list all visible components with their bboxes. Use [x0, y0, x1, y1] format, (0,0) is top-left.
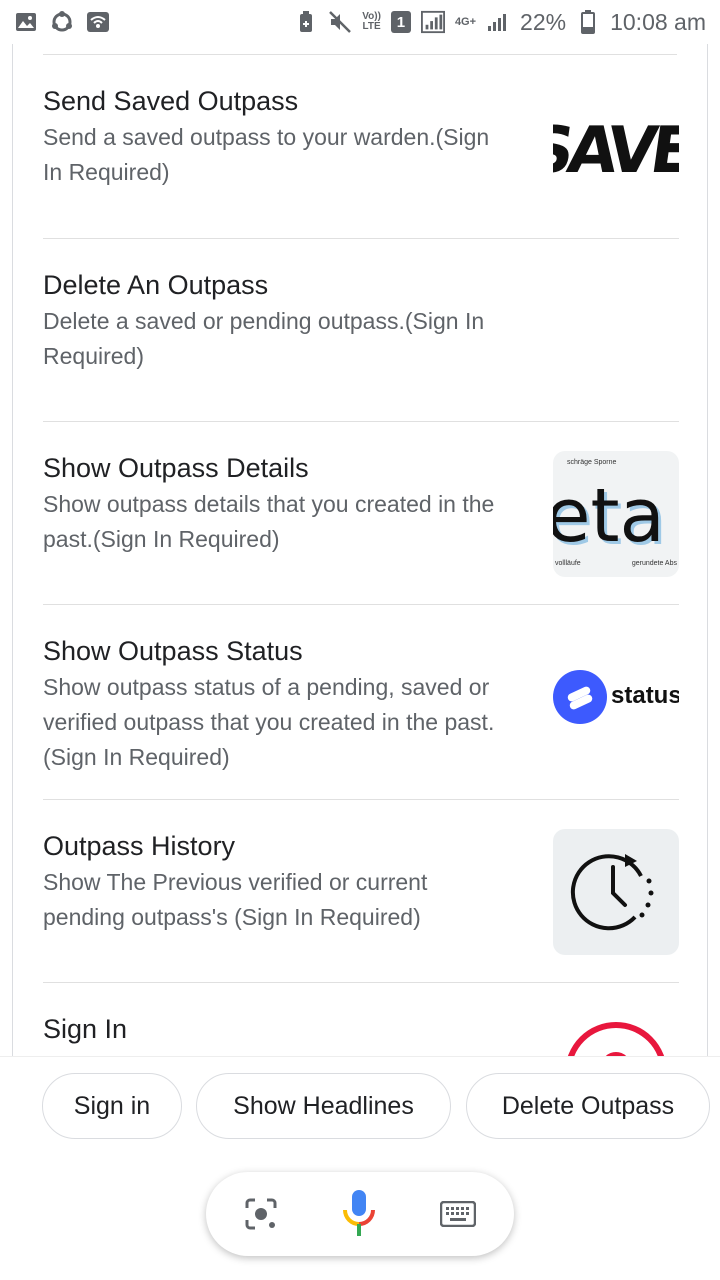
chip-show-headlines[interactable]: Show Headlines	[196, 1073, 451, 1139]
sync-icon	[50, 10, 74, 34]
list-item-delete-outpass[interactable]: Delete An Outpass Delete a saved or pend…	[43, 268, 679, 418]
status-logo-icon	[553, 670, 607, 724]
list-item-show-outpass-status[interactable]: Show Outpass Status Show outpass status …	[43, 634, 679, 814]
chip-sign-in[interactable]: Sign in	[42, 1073, 182, 1139]
status-thumbnail-text: status	[611, 682, 679, 709]
keyboard-icon[interactable]	[440, 1201, 476, 1227]
sim-badge: 1	[390, 11, 411, 33]
details-thumbnail: schräge Sporne eta vollläufe gerundete A…	[553, 451, 679, 577]
thumbnail-caption: vollläufe	[555, 560, 581, 567]
divider	[43, 238, 679, 239]
signal-icon	[420, 10, 445, 34]
actions-card: Send Saved Outpass Send a saved outpass …	[12, 44, 708, 1056]
mic-icon[interactable]	[341, 1188, 377, 1240]
lens-icon[interactable]	[244, 1197, 278, 1231]
item-description: Send a saved outpass to your warden.(Sig…	[43, 124, 490, 185]
divider	[43, 604, 679, 605]
battery-percent: 22%	[520, 8, 567, 35]
divider	[43, 54, 677, 55]
list-item-send-saved-outpass[interactable]: Send Saved Outpass Send a saved outpass …	[43, 84, 679, 234]
details-thumbnail-text: eta	[553, 473, 665, 559]
gallery-icon	[14, 10, 38, 34]
divider	[43, 799, 679, 800]
item-description: Show The Previous verified or current pe…	[43, 869, 428, 930]
status-thumbnail: status	[553, 634, 679, 760]
mute-icon	[328, 10, 352, 34]
history-thumbnail	[553, 829, 679, 955]
item-title: Delete An Outpass	[43, 270, 269, 300]
thumbnail-caption: gerundete Abs	[631, 560, 677, 567]
network-type: 4G+	[454, 16, 477, 28]
wifi-icon	[86, 10, 110, 34]
list-item-outpass-history[interactable]: Outpass History Show The Previous verifi…	[43, 829, 679, 979]
list-item-sign-in[interactable]: Sign In	[43, 1012, 679, 1056]
sign-in-thumbnail	[553, 1022, 679, 1056]
save-thumbnail-text: SAVE	[553, 114, 679, 188]
clock: 10:08 am	[610, 8, 706, 35]
signal-bars-icon	[486, 10, 510, 34]
battery-saver-icon	[294, 10, 318, 34]
history-clock-icon	[570, 854, 654, 931]
list-item-show-outpass-details[interactable]: Show Outpass Details Show outpass detail…	[43, 451, 679, 601]
sign-in-logo-icon	[565, 1022, 667, 1056]
chip-delete-outpass[interactable]: Delete Outpass	[466, 1073, 710, 1139]
divider	[43, 982, 679, 983]
save-thumbnail: SAVE	[553, 84, 679, 210]
status-bar: Vo)) LTE 1 4G+ 22% 10:08 am	[0, 0, 720, 44]
assistant-input-bar	[206, 1172, 514, 1256]
suggestion-chips: Sign in Show Headlines Delete Outpass	[0, 1056, 720, 1156]
divider	[43, 421, 679, 422]
thumbnail-caption: schräge Sporne	[567, 459, 617, 466]
battery-icon	[576, 10, 600, 34]
item-description: Delete a saved or pending outpass.(Sign …	[43, 308, 485, 369]
item-description: Show outpass details that you created in…	[43, 491, 495, 552]
volte-indicator: Vo)) LTE	[362, 11, 381, 32]
item-description: Show outpass status of a pending, saved …	[43, 674, 495, 770]
